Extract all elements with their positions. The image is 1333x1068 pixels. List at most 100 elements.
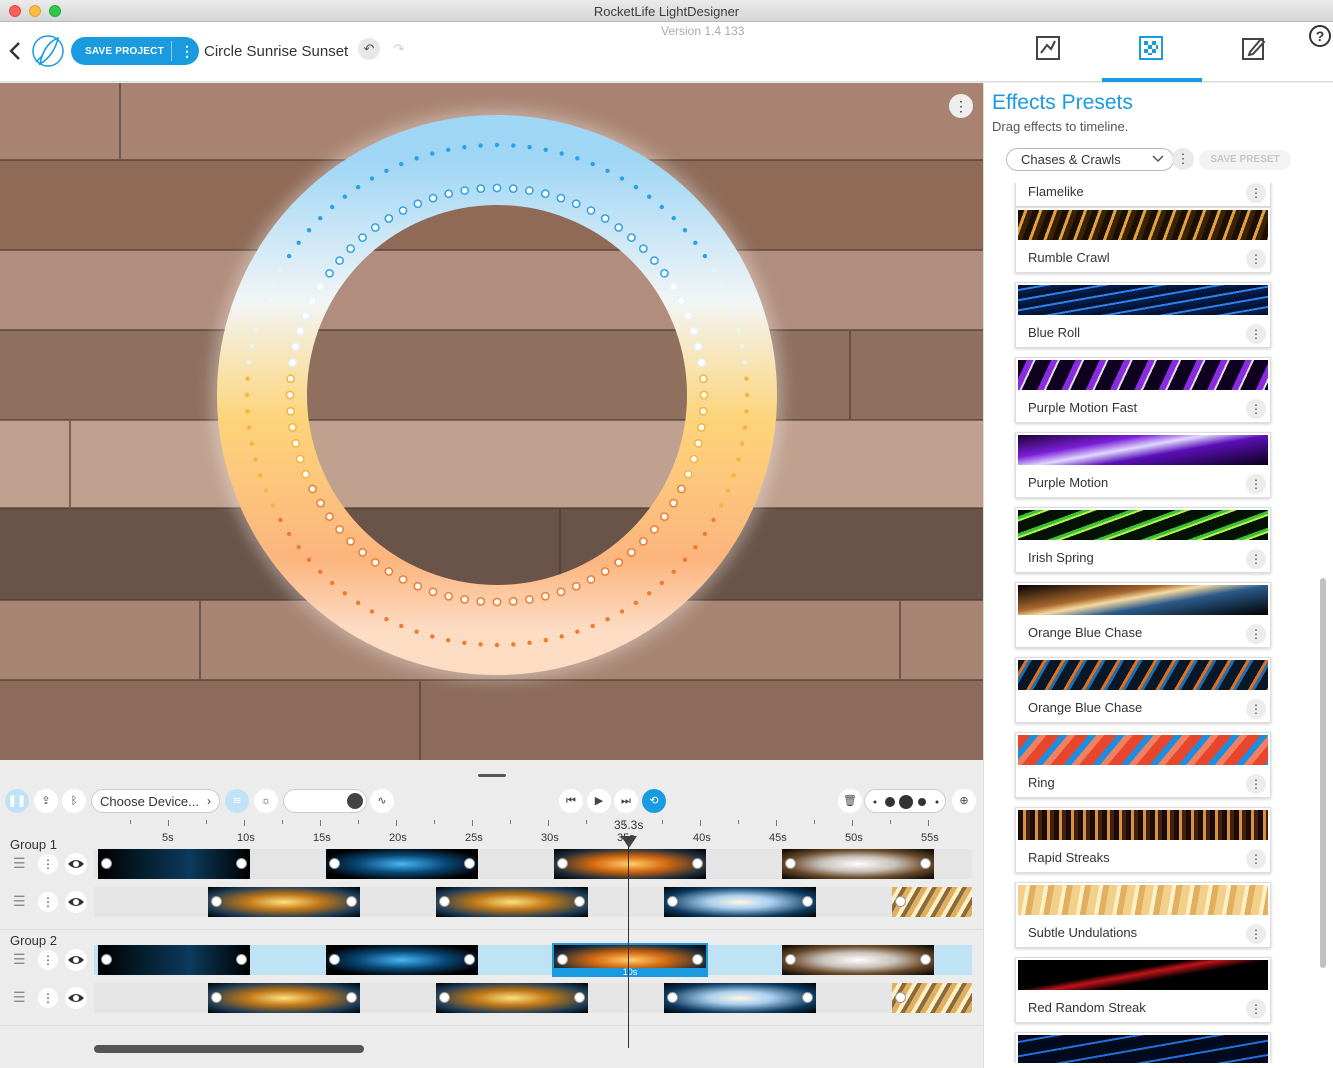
clip-start-handle[interactable] xyxy=(211,896,222,907)
clip-start-handle[interactable] xyxy=(895,992,906,1003)
save-project-button[interactable]: SAVE PROJECT ⋮ xyxy=(71,37,199,65)
back-button[interactable] xyxy=(8,40,24,64)
preset-more-button[interactable]: ⋮ xyxy=(1246,774,1266,794)
preset-card[interactable]: Rapid Streaks ⋮ xyxy=(1015,807,1271,873)
clip-end-handle[interactable] xyxy=(802,992,813,1003)
clip-start-handle[interactable] xyxy=(439,896,450,907)
clip-end-handle[interactable] xyxy=(802,896,813,907)
clip-start-handle[interactable] xyxy=(785,858,796,869)
preset-more-button[interactable]: ⋮ xyxy=(1246,324,1266,344)
brightness-slider[interactable] xyxy=(283,789,367,813)
preset-card[interactable]: Subtle Undulations ⋮ xyxy=(1015,882,1271,948)
tab-effects-presets[interactable] xyxy=(1102,22,1202,82)
timeline-clip[interactable] xyxy=(436,983,588,1013)
clip-start-handle[interactable] xyxy=(329,954,340,965)
clip-end-handle[interactable] xyxy=(464,954,475,965)
preset-card[interactable]: Ring ⋮ xyxy=(1015,732,1271,798)
timeline-clip[interactable] xyxy=(208,983,360,1013)
clip-start-handle[interactable] xyxy=(329,858,340,869)
skip-start-button[interactable]: ⏮ xyxy=(559,789,583,813)
preset-card[interactable]: ⋮ xyxy=(1015,1032,1271,1063)
timeline-clip[interactable] xyxy=(892,887,972,917)
preset-more-button[interactable]: ⋮ xyxy=(1246,399,1266,419)
track-more-button[interactable]: ⋮ xyxy=(38,988,58,1008)
clip-end-handle[interactable] xyxy=(346,992,357,1003)
delete-button[interactable]: 🗑 xyxy=(838,789,862,813)
visibility-eye-icon[interactable] xyxy=(65,949,87,971)
project-name[interactable]: Circle Sunrise Sunset xyxy=(204,43,348,60)
visibility-eye-icon[interactable] xyxy=(65,891,87,913)
timeline-clip[interactable] xyxy=(98,945,250,975)
preview-more-button[interactable]: ⋮ xyxy=(949,94,973,118)
preset-more-button[interactable]: ⋮ xyxy=(1246,474,1266,494)
save-preset-button[interactable]: SAVE PRESET xyxy=(1199,150,1291,170)
clip-start-handle[interactable] xyxy=(667,896,678,907)
preset-more-button[interactable]: ⋮ xyxy=(1246,549,1266,569)
timeline-clip[interactable] xyxy=(436,887,588,917)
timeline-clip[interactable] xyxy=(782,849,934,879)
clip-end-handle[interactable] xyxy=(236,954,247,965)
clip-end-handle[interactable] xyxy=(574,896,585,907)
clip-end-handle[interactable] xyxy=(346,896,357,907)
clip-start-handle[interactable] xyxy=(557,954,568,965)
preset-more-button[interactable]: ⋮ xyxy=(1246,249,1266,269)
preset-card[interactable]: Red Random Streak ⋮ xyxy=(1015,957,1271,1023)
save-options-more-icon[interactable]: ⋮ xyxy=(177,41,197,61)
preset-more-button[interactable]: ⋮ xyxy=(1246,699,1266,719)
track-more-button[interactable]: ⋮ xyxy=(38,854,58,874)
playhead-line[interactable] xyxy=(628,840,629,1048)
clip-end-handle[interactable] xyxy=(574,992,585,1003)
preset-list[interactable]: Flamelike ⋮ Rumble Crawl ⋮ Blue Roll ⋮ Purple … xyxy=(984,183,1319,1063)
brightness-button[interactable]: ☼ xyxy=(254,789,278,813)
upload-button[interactable]: ⇪ xyxy=(34,789,58,813)
clip-start-handle[interactable] xyxy=(785,954,796,965)
preset-card[interactable]: Orange Blue Chase ⋮ xyxy=(1015,657,1271,723)
choose-device-select[interactable]: Choose Device... › xyxy=(91,789,220,813)
preset-card[interactable]: Blue Roll ⋮ xyxy=(1015,282,1271,348)
preset-card[interactable]: Purple Motion Fast ⋮ xyxy=(1015,357,1271,423)
preset-more-button[interactable]: ⋮ xyxy=(1246,624,1266,644)
tab-edit-effects[interactable] xyxy=(999,22,1099,82)
clip-start-handle[interactable] xyxy=(211,992,222,1003)
visibility-eye-icon[interactable] xyxy=(65,987,87,1009)
preset-more-button[interactable]: ⋮ xyxy=(1246,924,1266,944)
clip-end-handle[interactable] xyxy=(692,954,703,965)
timeline-clip[interactable] xyxy=(326,849,478,879)
pause-preview-button[interactable]: ❚❚ xyxy=(5,789,29,813)
timeline-horizontal-scrollbar[interactable] xyxy=(94,1045,364,1053)
bluetooth-button[interactable]: ᛒ xyxy=(62,789,86,813)
clip-end-handle[interactable] xyxy=(692,858,703,869)
timeline-clip[interactable] xyxy=(554,849,706,879)
preset-card[interactable]: Purple Motion ⋮ xyxy=(1015,432,1271,498)
timeline-clip[interactable] xyxy=(782,945,934,975)
audio-button[interactable]: ∿ xyxy=(370,789,394,813)
preset-card[interactable]: Rumble Crawl ⋮ xyxy=(1015,207,1271,273)
clip-end-handle[interactable] xyxy=(920,858,931,869)
timeline-clip[interactable] xyxy=(98,849,250,879)
zoom-fit-button[interactable]: ⊕ xyxy=(952,789,976,813)
timeline-clip[interactable] xyxy=(664,887,816,917)
drag-handle-icon[interactable]: ☰ xyxy=(13,855,31,873)
visibility-eye-icon[interactable] xyxy=(65,853,87,875)
preset-card[interactable]: Flamelike ⋮ xyxy=(1015,183,1271,207)
preset-more-button[interactable]: ⋮ xyxy=(1246,183,1266,203)
clip-start-handle[interactable] xyxy=(439,992,450,1003)
drag-handle-icon[interactable]: ☰ xyxy=(13,989,31,1007)
track-more-button[interactable]: ⋮ xyxy=(38,950,58,970)
timeline[interactable]: 35.3s Group 1 Group 2 ☰ ⋮ ☰ ⋮ ☰ ⋮ ☰ ⋮ 10… xyxy=(0,818,983,1068)
preset-list-scrollbar[interactable] xyxy=(1320,578,1326,968)
tab-notes[interactable] xyxy=(1205,22,1305,82)
drag-handle-icon[interactable]: ☰ xyxy=(13,951,31,969)
clip-end-handle[interactable] xyxy=(236,858,247,869)
preset-more-button[interactable]: ⋮ xyxy=(1246,849,1266,869)
preset-more-button[interactable]: ⋮ xyxy=(1246,999,1266,1019)
timeline-clip[interactable] xyxy=(208,887,360,917)
track-more-button[interactable]: ⋮ xyxy=(38,892,58,912)
clip-end-handle[interactable] xyxy=(920,954,931,965)
undo-button[interactable]: ↶ xyxy=(358,38,380,60)
clip-start-handle[interactable] xyxy=(101,954,112,965)
timeline-clip[interactable] xyxy=(326,945,478,975)
light-preview-canvas[interactable]: ⋮ xyxy=(0,83,983,760)
panel-resize-handle[interactable] xyxy=(478,774,506,777)
play-button[interactable]: ▶ xyxy=(587,789,611,813)
